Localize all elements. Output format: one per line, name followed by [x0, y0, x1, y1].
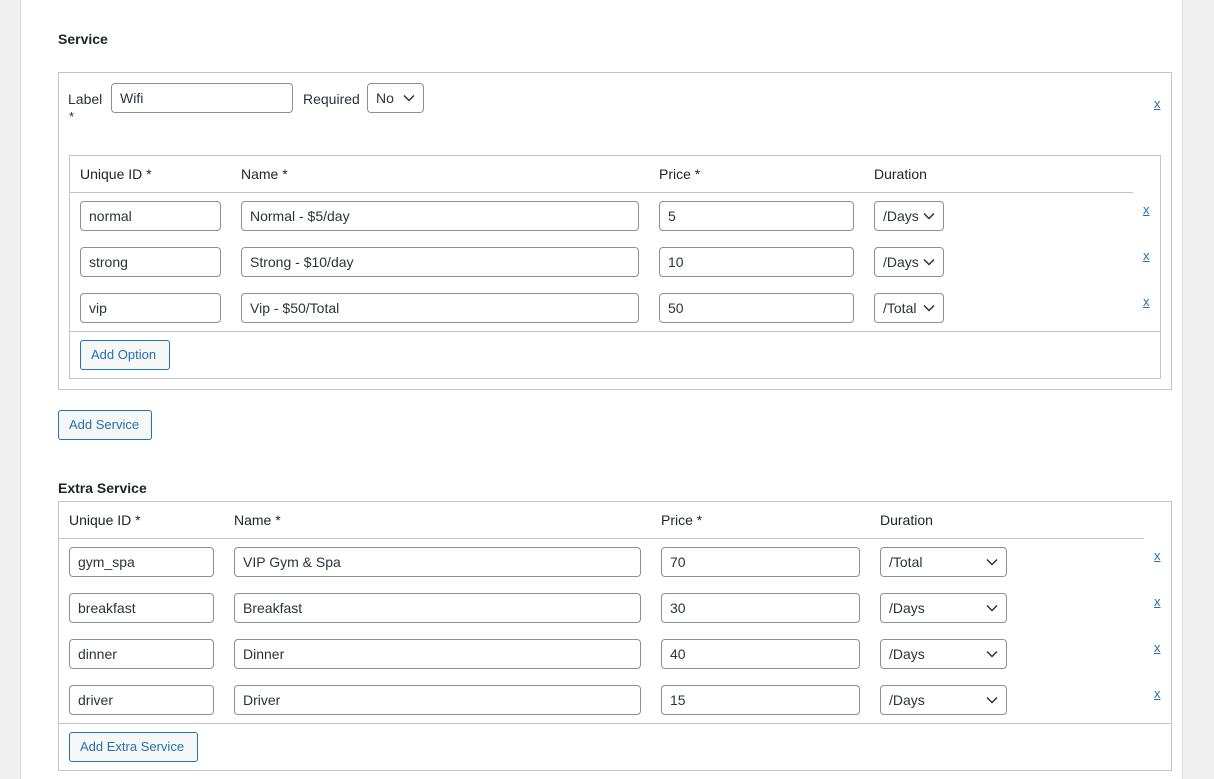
extra-duration-select[interactable]: /Days — [880, 593, 1007, 623]
option-header-divider — [70, 192, 1133, 193]
extra-footer-divider — [59, 723, 1171, 724]
chevron-down-icon — [986, 604, 998, 612]
extra-duration-select[interactable]: /Days — [880, 639, 1007, 669]
add-option-button[interactable]: Add Option — [80, 340, 170, 370]
extra-header-name: Name * — [234, 512, 281, 528]
remove-option-button[interactable]: x — [1143, 202, 1150, 217]
chevron-down-icon — [986, 696, 998, 704]
extra-service-section-title: Extra Service — [58, 480, 147, 496]
option-duration-value: /Total — [883, 300, 917, 316]
extra-price-input[interactable]: 15 — [661, 685, 860, 715]
chevron-down-icon — [923, 212, 935, 220]
extra-unique-id-input[interactable]: breakfast — [69, 593, 214, 623]
remove-extra-service-button[interactable]: x — [1154, 686, 1161, 701]
extra-price-input[interactable]: 70 — [661, 547, 860, 577]
option-unique-id-input[interactable]: normal — [80, 201, 221, 231]
service-label-label: Label — [68, 91, 103, 107]
extra-name-input[interactable]: Breakfast — [234, 593, 641, 623]
chevron-down-icon — [986, 650, 998, 658]
option-unique-id-input[interactable]: strong — [80, 247, 221, 277]
option-price-input[interactable]: 5 — [659, 201, 854, 231]
extra-unique-id-input[interactable]: dinner — [69, 639, 214, 669]
option-name-input[interactable]: Vip - $50/Total — [241, 293, 639, 323]
extra-service-table — [58, 501, 1172, 771]
service-section-title: Service — [58, 31, 108, 47]
option-unique-id-input[interactable]: vip — [80, 293, 221, 323]
option-price-input[interactable]: 50 — [659, 293, 854, 323]
option-price-input[interactable]: 10 — [659, 247, 854, 277]
extra-unique-id-input[interactable]: driver — [69, 685, 214, 715]
extra-duration-select[interactable]: /Total — [880, 547, 1007, 577]
service-required-label: Required — [303, 91, 360, 107]
option-name-input[interactable]: Strong - $10/day — [241, 247, 639, 277]
extra-duration-value: /Days — [889, 646, 925, 662]
extra-duration-value: /Total — [889, 554, 923, 570]
options-footer-divider — [70, 331, 1160, 332]
extra-header-price: Price * — [661, 512, 703, 528]
extra-header-duration: Duration — [880, 512, 933, 528]
extra-header-unique-id: Unique ID * — [69, 512, 141, 528]
add-extra-service-button[interactable]: Add Extra Service — [69, 732, 198, 762]
chevron-down-icon — [986, 558, 998, 566]
required-asterisk: * — [69, 109, 75, 124]
chevron-down-icon — [403, 94, 415, 102]
remove-option-button[interactable]: x — [1143, 248, 1150, 263]
option-duration-select[interactable]: /Days — [874, 247, 944, 277]
extra-duration-value: /Days — [889, 692, 925, 708]
remove-extra-service-button[interactable]: x — [1154, 640, 1161, 655]
extra-name-input[interactable]: VIP Gym & Spa — [234, 547, 641, 577]
extra-price-input[interactable]: 30 — [661, 593, 860, 623]
service-required-value: No — [376, 90, 394, 106]
extra-name-input[interactable]: Dinner — [234, 639, 641, 669]
extra-duration-value: /Days — [889, 600, 925, 616]
remove-option-button[interactable]: x — [1143, 294, 1150, 309]
chevron-down-icon — [923, 258, 935, 266]
extra-price-input[interactable]: 40 — [661, 639, 860, 669]
option-header-price: Price * — [659, 166, 701, 182]
service-label-input[interactable]: Wifi — [111, 83, 293, 113]
service-required-select[interactable]: No — [367, 83, 424, 113]
chevron-down-icon — [923, 304, 935, 312]
add-service-button[interactable]: Add Service — [58, 410, 152, 440]
remove-service-button[interactable]: x — [1154, 96, 1161, 111]
option-duration-select[interactable]: /Days — [874, 201, 944, 231]
option-header-name: Name * — [241, 166, 288, 182]
option-name-input[interactable]: Normal - $5/day — [241, 201, 639, 231]
option-header-unique-id: Unique ID * — [80, 166, 152, 182]
extra-name-input[interactable]: Driver — [234, 685, 641, 715]
extra-unique-id-input[interactable]: gym_spa — [69, 547, 214, 577]
extra-duration-select[interactable]: /Days — [880, 685, 1007, 715]
option-duration-value: /Days — [883, 208, 919, 224]
option-duration-value: /Days — [883, 254, 919, 270]
remove-extra-service-button[interactable]: x — [1154, 548, 1161, 563]
extra-header-divider — [59, 538, 1144, 539]
option-header-duration: Duration — [874, 166, 927, 182]
option-duration-select[interactable]: /Total — [874, 293, 944, 323]
remove-extra-service-button[interactable]: x — [1154, 594, 1161, 609]
